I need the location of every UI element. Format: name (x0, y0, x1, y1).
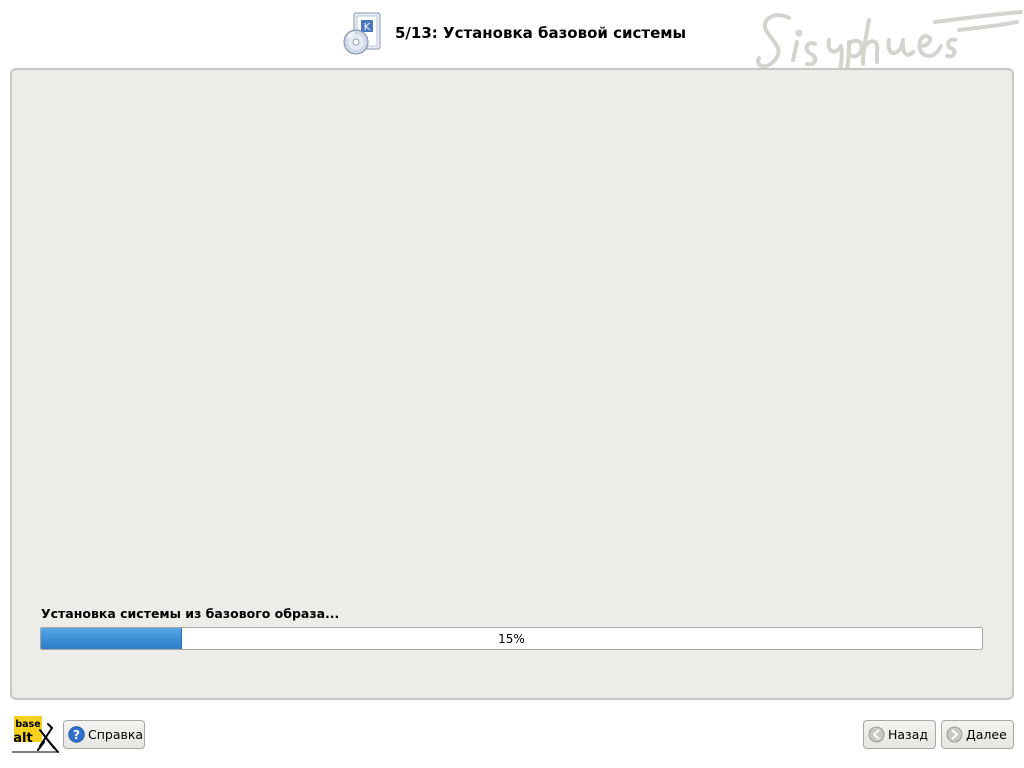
page-title: 5/13: Установка базовой системы (395, 24, 687, 42)
progress-label: 15% (498, 631, 525, 646)
status-text: Установка системы из базового образа... (41, 606, 340, 621)
header: K 5/13: Установка базовой системы (0, 0, 1024, 87)
next-button[interactable]: Далее (941, 720, 1014, 749)
next-button-label: Далее (966, 727, 1007, 742)
arrow-left-icon (868, 726, 885, 743)
logo-text-top: base (15, 719, 40, 730)
svg-text:K: K (364, 22, 371, 33)
back-button[interactable]: Назад (863, 720, 936, 749)
svg-text:?: ? (73, 728, 80, 742)
back-button-label: Назад (888, 727, 929, 742)
arrow-right-icon (946, 726, 963, 743)
help-icon: ? (68, 726, 85, 743)
help-button-label: Справка (88, 727, 144, 742)
progress-bar: 15% (40, 627, 983, 650)
install-disc-icon: K (343, 12, 381, 55)
logo-text-bottom: alt (13, 731, 32, 746)
basealt-logo: base alt (12, 716, 59, 753)
help-button[interactable]: ? Справка (63, 720, 145, 749)
